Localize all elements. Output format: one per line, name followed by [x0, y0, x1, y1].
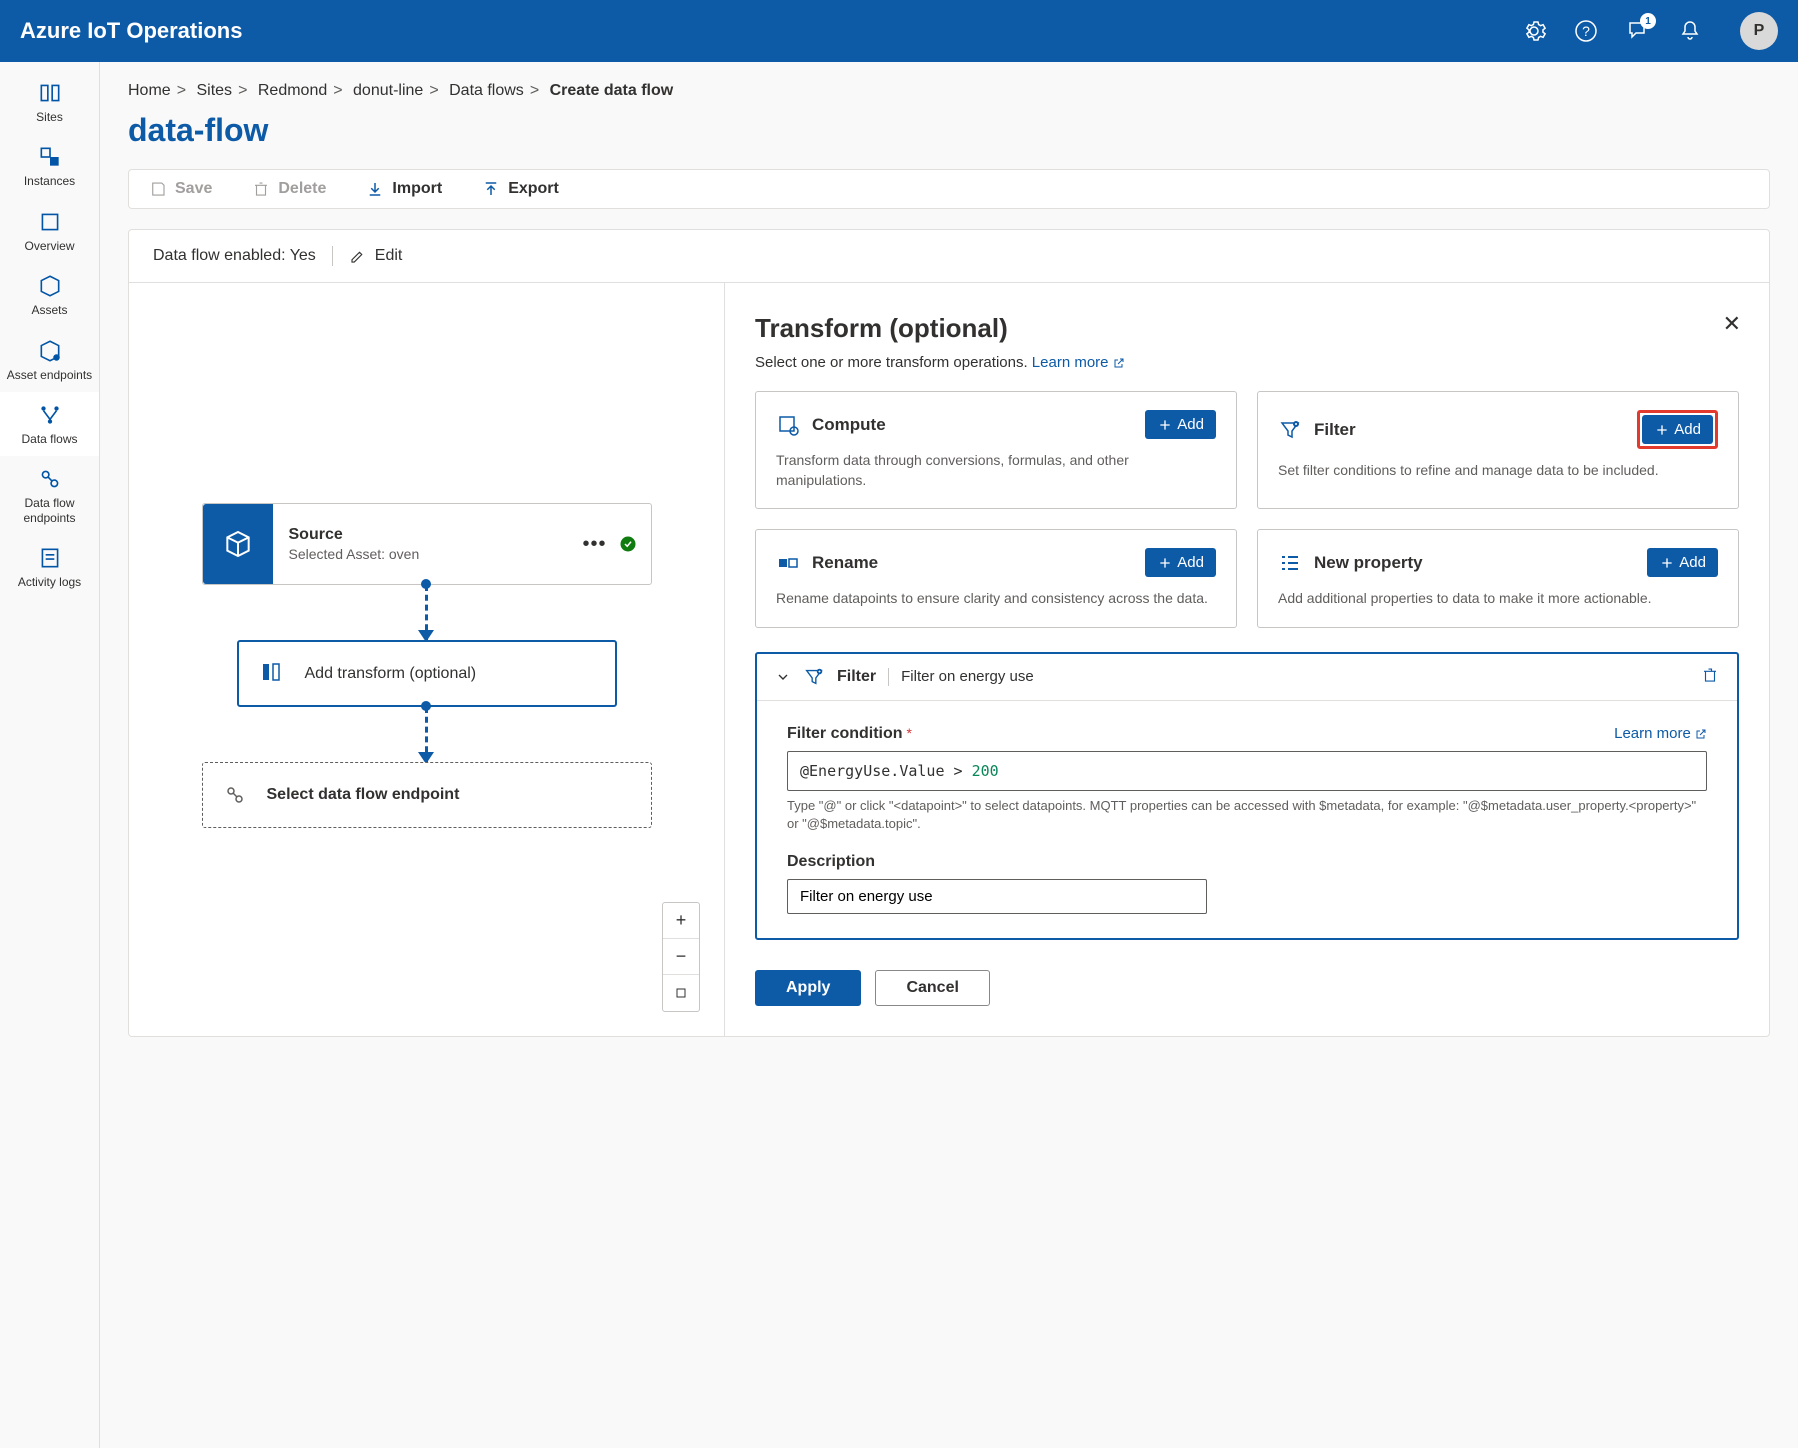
apply-button[interactable]: Apply — [755, 970, 861, 1006]
rename-icon — [776, 551, 800, 575]
enabled-row: Data flow enabled: Yes Edit — [129, 230, 1769, 283]
sidebar-item-sites[interactable]: Sites — [0, 70, 99, 134]
filter-config-panel: Filter Filter on energy use Filter condi… — [755, 652, 1739, 940]
cube-icon — [203, 504, 273, 584]
content-card: Data flow enabled: Yes Edit SourceSelect… — [128, 229, 1770, 1037]
delete-button: Delete — [252, 180, 326, 198]
add-rename-button[interactable]: Add — [1145, 548, 1216, 577]
description-input[interactable] — [787, 879, 1207, 914]
filter-icon — [1278, 418, 1302, 442]
sidebar-item-activity-logs[interactable]: Activity logs — [0, 535, 99, 599]
chevron-down-icon[interactable] — [775, 669, 791, 685]
zoom-out-button[interactable]: − — [663, 939, 699, 975]
transform-node[interactable]: Add transform (optional) — [237, 640, 617, 707]
add-filter-button[interactable]: Add — [1642, 415, 1713, 444]
learn-more-condition[interactable]: Learn more — [1614, 725, 1707, 742]
enabled-label: Data flow enabled: Yes — [153, 247, 316, 265]
avatar[interactable]: P — [1740, 12, 1778, 50]
compute-card: Compute Add Transform data through conve… — [755, 391, 1237, 509]
details-subtitle: Select one or more transform operations.… — [755, 354, 1739, 371]
condition-hint: Type "@" or click "<datapoint>" to selec… — [787, 797, 1707, 833]
delete-filter-button[interactable] — [1701, 666, 1719, 687]
notification-badge: 1 — [1640, 13, 1656, 29]
sidebar-item-dataflow-endpoints[interactable]: Data flow endpoints — [0, 456, 99, 535]
filter-condition-input[interactable]: @EnergyUse.Value > 200 — [787, 751, 1707, 791]
breadcrumb: Home> Sites> Redmond> donut-line> Data f… — [128, 82, 1770, 100]
svg-text:?: ? — [1582, 23, 1590, 39]
source-node[interactable]: SourceSelected Asset: oven ••• — [202, 503, 652, 585]
app-title: Azure IoT Operations — [20, 18, 1520, 44]
app-header: Azure IoT Operations ? 1 P — [0, 0, 1798, 62]
breadcrumb-home[interactable]: Home — [128, 82, 171, 99]
breadcrumb-data-flows[interactable]: Data flows — [449, 82, 524, 99]
add-newprop-button[interactable]: Add — [1647, 548, 1718, 577]
list-icon — [1278, 551, 1302, 575]
details-title: Transform (optional) — [755, 313, 1739, 344]
add-compute-button[interactable]: Add — [1145, 410, 1216, 439]
page-title: data-flow — [128, 112, 1770, 149]
zoom-in-button[interactable]: + — [663, 903, 699, 939]
rename-card: Rename Add Rename datapoints to ensure c… — [755, 529, 1237, 628]
zoom-controls: + − — [662, 902, 700, 1012]
feedback-icon[interactable]: 1 — [1624, 17, 1652, 45]
more-icon[interactable]: ••• — [570, 533, 618, 556]
endpoint-icon — [223, 783, 247, 807]
bell-icon[interactable] — [1676, 17, 1704, 45]
newprop-card: New property Add Add additional properti… — [1257, 529, 1739, 628]
breadcrumb-current: Create data flow — [550, 82, 674, 99]
save-button: Save — [149, 180, 212, 198]
import-button[interactable]: Import — [366, 180, 442, 198]
graph-panel: SourceSelected Asset: oven ••• Add trans… — [129, 283, 724, 1036]
header-actions: ? 1 P — [1520, 12, 1778, 50]
breadcrumb-redmond[interactable]: Redmond — [258, 82, 327, 99]
edit-button[interactable]: Edit — [349, 247, 403, 265]
settings-icon[interactable] — [1520, 17, 1548, 45]
sidebar-item-assets[interactable]: Assets — [0, 263, 99, 327]
sidebar-item-instances[interactable]: Instances — [0, 134, 99, 198]
export-button[interactable]: Export — [482, 180, 559, 198]
transform-icon — [259, 660, 289, 687]
compute-icon — [776, 413, 800, 437]
learn-more-link[interactable]: Learn more — [1032, 354, 1125, 371]
filter-card: Filter Add Set filter conditions to refi… — [1257, 391, 1739, 509]
help-icon[interactable]: ? — [1572, 17, 1600, 45]
cancel-button[interactable]: Cancel — [875, 970, 989, 1006]
sidebar: Sites Instances Overview Assets Asset en… — [0, 62, 100, 1448]
breadcrumb-sites[interactable]: Sites — [196, 82, 232, 99]
sidebar-item-overview[interactable]: Overview — [0, 199, 99, 263]
zoom-fit-button[interactable] — [663, 975, 699, 1011]
details-panel: ✕ Transform (optional) Select one or mor… — [724, 283, 1769, 1036]
check-icon — [619, 535, 637, 553]
toolbar: Save Delete Import Export — [128, 169, 1770, 209]
highlighted-add-filter: Add — [1637, 410, 1718, 449]
sidebar-item-data-flows[interactable]: Data flows — [0, 392, 99, 456]
breadcrumb-donut-line[interactable]: donut-line — [353, 82, 423, 99]
sidebar-item-asset-endpoints[interactable]: Asset endpoints — [0, 328, 99, 392]
endpoint-node[interactable]: Select data flow endpoint — [202, 762, 652, 828]
close-icon[interactable]: ✕ — [1723, 311, 1741, 337]
filter-add-icon — [803, 666, 825, 688]
